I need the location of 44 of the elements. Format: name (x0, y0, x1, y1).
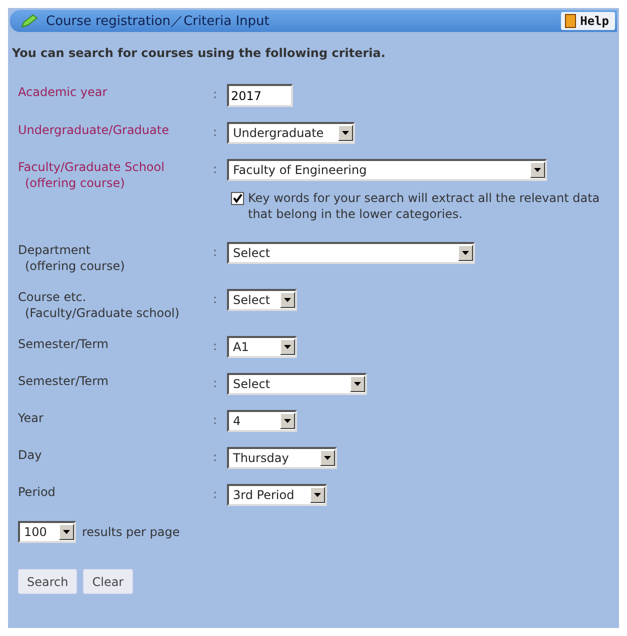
field-label: Day (18, 447, 43, 463)
field-label: Year (18, 410, 44, 426)
results-per-page-label: results per page (82, 525, 180, 539)
window-title: Course registration／Criteria Input (46, 13, 270, 30)
help-button[interactable]: Help (561, 12, 615, 30)
colon: : (213, 245, 218, 259)
dropdown[interactable]: Select (227, 289, 297, 311)
field-sublabel: (Faculty/Graduate school) (24, 305, 180, 321)
colon: : (213, 413, 218, 427)
dropdown[interactable]: Undergraduate (227, 122, 355, 144)
field-label: Undergraduate/Graduate (18, 122, 170, 138)
colon: : (213, 162, 218, 176)
field-label: Semester/Term (18, 373, 110, 389)
pencil-icon (20, 14, 38, 28)
field-sublabel: (offering course) (24, 258, 126, 274)
dropdown[interactable]: Thursday (227, 447, 337, 469)
field-label: Academic year (18, 84, 108, 100)
field-label: Period (18, 484, 56, 500)
field-label: Course etc. (18, 289, 88, 305)
colon: : (213, 487, 218, 501)
field-sublabel: (offering course) (24, 175, 126, 191)
form-button[interactable]: Search (18, 569, 78, 594)
field-label: Department (18, 242, 92, 258)
dropdown[interactable]: A1 (227, 336, 297, 358)
dropdown[interactable]: 100 (18, 521, 76, 543)
checkbox[interactable] (231, 192, 244, 205)
colon: : (213, 87, 218, 101)
colon: : (213, 450, 218, 464)
instruction-text: You can search for courses using the following criteria. (12, 46, 386, 60)
input-field[interactable]: 2017 (227, 84, 293, 107)
dropdown[interactable]: Faculty of Engineering (227, 159, 547, 181)
colon: : (213, 125, 218, 139)
dropdown[interactable]: Select (227, 373, 367, 395)
checkbox-label: Key words for your search will extract all the relevant data that belong in the lower categories. (248, 190, 601, 222)
dropdown[interactable]: 3rd Period (227, 484, 327, 506)
dropdown[interactable]: 4 (227, 410, 297, 432)
book-icon (565, 14, 576, 28)
dropdown[interactable]: Select (227, 242, 475, 264)
field-label: Faculty/Graduate School (18, 159, 166, 175)
colon: : (213, 339, 218, 353)
form-button[interactable]: Clear (83, 569, 133, 594)
field-label: Semester/Term (18, 336, 110, 352)
colon: : (213, 292, 218, 306)
colon: : (213, 376, 218, 390)
